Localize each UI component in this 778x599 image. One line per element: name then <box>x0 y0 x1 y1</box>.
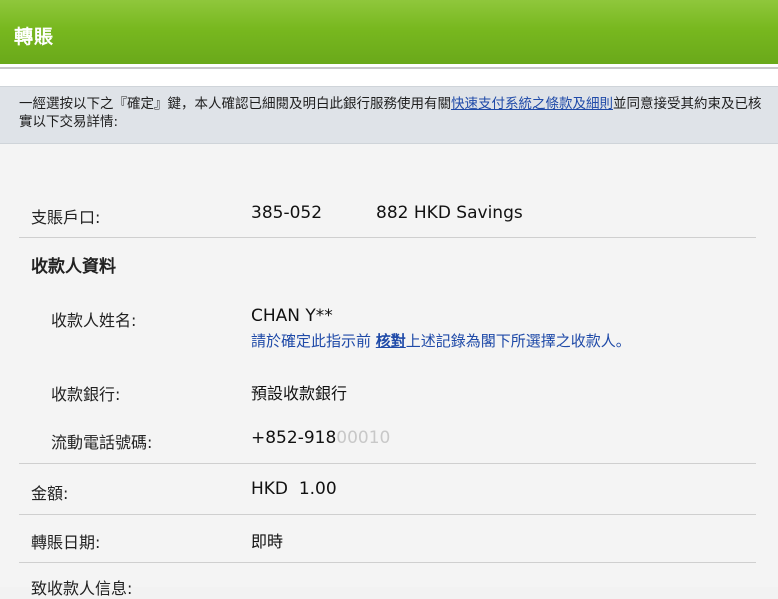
debit-account-value: 385-052 882 HKD Savings <box>251 203 523 223</box>
verify-payee-note: 請於確定此指示前 核對上述記錄為閣下所選擇之收款人。 <box>251 330 631 351</box>
debit-account-suffix: 882 HKD Savings <box>376 203 523 223</box>
transaction-details-panel: 支賬戶口: 385-052 882 HKD Savings 收款人資料 收款人姓名… <box>0 144 778 598</box>
divider <box>19 562 756 563</box>
divider <box>19 514 756 515</box>
terms-link[interactable]: 快速支付系統之條款及細則 <box>451 96 613 112</box>
debit-account-prefix: 385-052 <box>251 203 323 223</box>
payee-bank-value: 預設收款銀行 <box>251 384 348 403</box>
payee-section-title: 收款人資料 <box>31 257 116 277</box>
page-title: 轉賬 <box>14 26 55 48</box>
transfer-date-value: 即時 <box>251 532 284 551</box>
amount-label: 金額: <box>31 484 69 503</box>
debit-account-label: 支賬戶口: <box>31 208 101 227</box>
mobile-visible: +852-918 <box>251 428 337 448</box>
payee-name-value: CHAN Y** <box>251 306 333 326</box>
verify-note-after: 上述記錄為閣下所選擇之收款人。 <box>405 332 631 350</box>
divider <box>19 463 756 464</box>
verify-note-emphasis: 核對 <box>375 332 406 350</box>
verify-note-before: 請於確定此指示前 <box>251 332 376 350</box>
header-divider <box>0 64 778 86</box>
mobile-value: +852-91800010 <box>251 428 390 448</box>
account-mask <box>322 205 377 221</box>
payee-name-label: 收款人姓名: <box>51 311 137 330</box>
message-label: 致收款人信息: <box>31 579 133 598</box>
transfer-date-label: 轉賬日期: <box>31 533 101 552</box>
notice-text-before: 一經選按以下之『確定』鍵，本人確認已細閱及明白此銀行服務使用有關 <box>19 96 451 112</box>
mobile-obscured: 00010 <box>336 428 391 448</box>
terms-notice: 一經選按以下之『確定』鍵，本人確認已細閱及明白此銀行服務使用有關快速支付系統之條… <box>0 86 778 144</box>
mobile-label: 流動電話號碼: <box>51 433 153 452</box>
amount-value: HKD 1.00 <box>251 479 337 499</box>
payee-bank-label: 收款銀行: <box>51 385 121 404</box>
divider <box>19 237 756 238</box>
title-bar: 轉賬 <box>0 0 778 64</box>
